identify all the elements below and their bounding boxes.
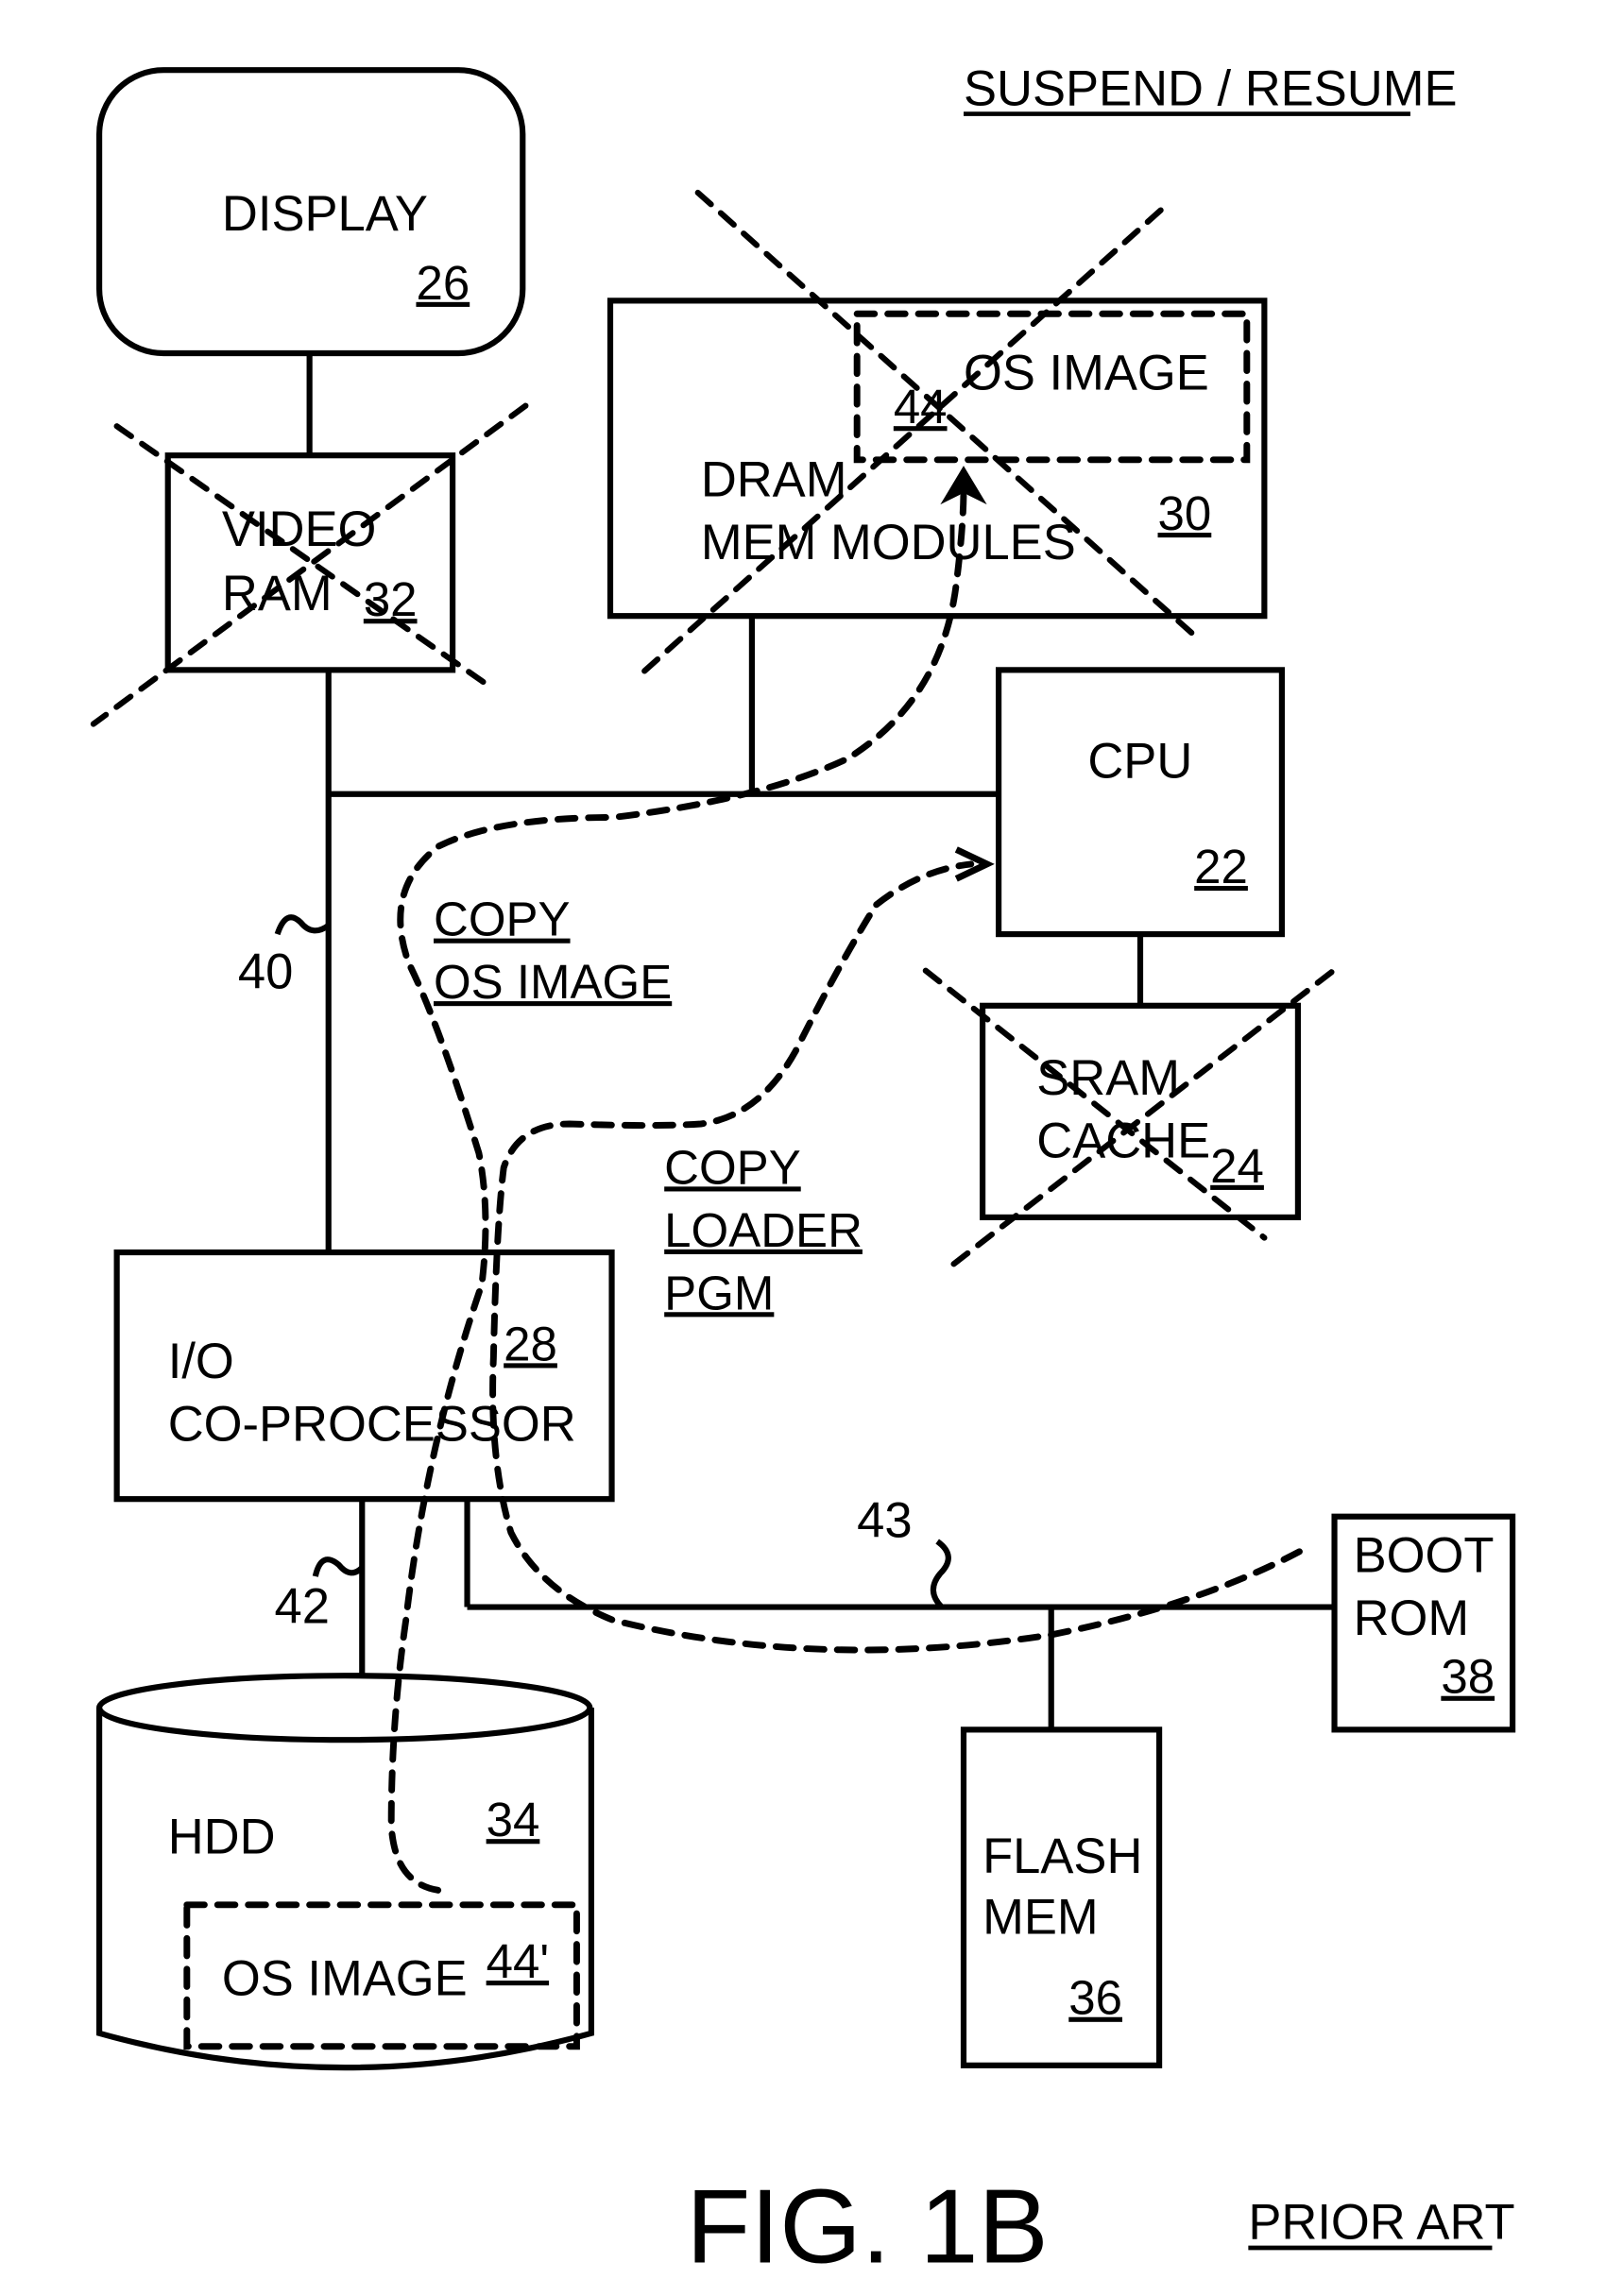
sram-cross-out xyxy=(922,967,1268,1241)
sram-label-2: CACHE xyxy=(1036,1114,1210,1169)
dram-block: DRAM MEM MODULES 30 OS IMAGE 44 xyxy=(607,189,1268,676)
copy-os-image-label-2: OS IMAGE xyxy=(434,955,672,1009)
copy-loader-label-3: PGM xyxy=(664,1266,774,1319)
video-ram-cross-out xyxy=(113,423,492,689)
flash-label-1: FLASH xyxy=(982,1828,1142,1884)
copy-loader-label-2: LOADER xyxy=(664,1203,863,1257)
display-block: DISPLAY 26 xyxy=(96,67,526,357)
io-label-1: I/O xyxy=(168,1334,234,1389)
copy-os-image-label-1: COPY xyxy=(434,893,571,946)
diagram-title: SUSPEND / RESUME xyxy=(964,60,1458,116)
dram-label-2: MEM MODULES xyxy=(701,515,1076,570)
sram-ref: 24 xyxy=(1210,1139,1264,1193)
flash-mem-block: FLASH MEM 36 xyxy=(960,1726,1163,2068)
boot-rom-block: BOOT ROM 38 xyxy=(1331,1513,1516,1733)
prior-art-label: PRIOR ART xyxy=(1248,2195,1514,2251)
video-ram-label-1: VIDEO xyxy=(222,502,376,557)
hdd-bus-leader xyxy=(312,1556,365,1577)
dram-cross-out xyxy=(694,189,1201,641)
video-ram-label-2: RAM xyxy=(222,566,333,621)
io-ref: 28 xyxy=(504,1317,557,1370)
dram-label-1: DRAM xyxy=(701,451,847,507)
hdd-cylinder-body xyxy=(96,1708,594,2071)
flash-label-2: MEM xyxy=(982,1890,1099,1946)
io-coprocessor-block: I/O CO-PROCESSOR 28 xyxy=(113,1249,615,1503)
figure-label: FIG. 1B xyxy=(686,2167,1048,2285)
hdd-os-image-ref: 44' xyxy=(487,1934,549,1988)
cpu-ref: 22 xyxy=(1194,840,1248,893)
rom-bus-leader xyxy=(930,1539,951,1609)
boot-rom-label-2: ROM xyxy=(1354,1590,1470,1646)
hdd-cylinder-top xyxy=(96,1673,593,1743)
hdd-bus-ref: 42 xyxy=(275,1579,330,1635)
io-label-2: CO-PROCESSOR xyxy=(168,1396,576,1452)
video-ram-block: VIDEO RAM 32 xyxy=(90,402,529,727)
cpu-label: CPU xyxy=(1087,734,1192,790)
hdd-block: HDD 34 OS IMAGE 44' xyxy=(96,1673,594,2071)
main-bus-ref: 40 xyxy=(238,944,293,999)
rom-bus-ref: 43 xyxy=(857,1492,912,1548)
display-ref: 26 xyxy=(416,256,470,310)
cpu-block: CPU 22 xyxy=(996,667,1285,938)
dram-ref: 30 xyxy=(1158,486,1212,540)
dram-cross-out xyxy=(639,207,1164,676)
boot-rom-ref: 38 xyxy=(1441,1650,1495,1704)
hdd-label: HDD xyxy=(168,1810,276,1865)
hdd-ref: 34 xyxy=(487,1793,540,1846)
sram-block: SRAM CACHE 24 xyxy=(922,967,1335,1273)
main-bus-leader xyxy=(274,914,331,936)
copy-loader-label-1: COPY xyxy=(664,1140,801,1194)
video-ram-ref: 32 xyxy=(364,572,418,626)
display-label: DISPLAY xyxy=(222,186,428,242)
diagram-canvas: SUSPEND / RESUME DISPLAY 26 VIDEO RAM 32… xyxy=(90,60,1516,2285)
sram-cross-out xyxy=(943,969,1335,1273)
flash-ref: 36 xyxy=(1068,1971,1122,2025)
hdd-os-image-label: OS IMAGE xyxy=(222,1951,468,2007)
boot-rom-label-1: BOOT xyxy=(1354,1527,1495,1583)
